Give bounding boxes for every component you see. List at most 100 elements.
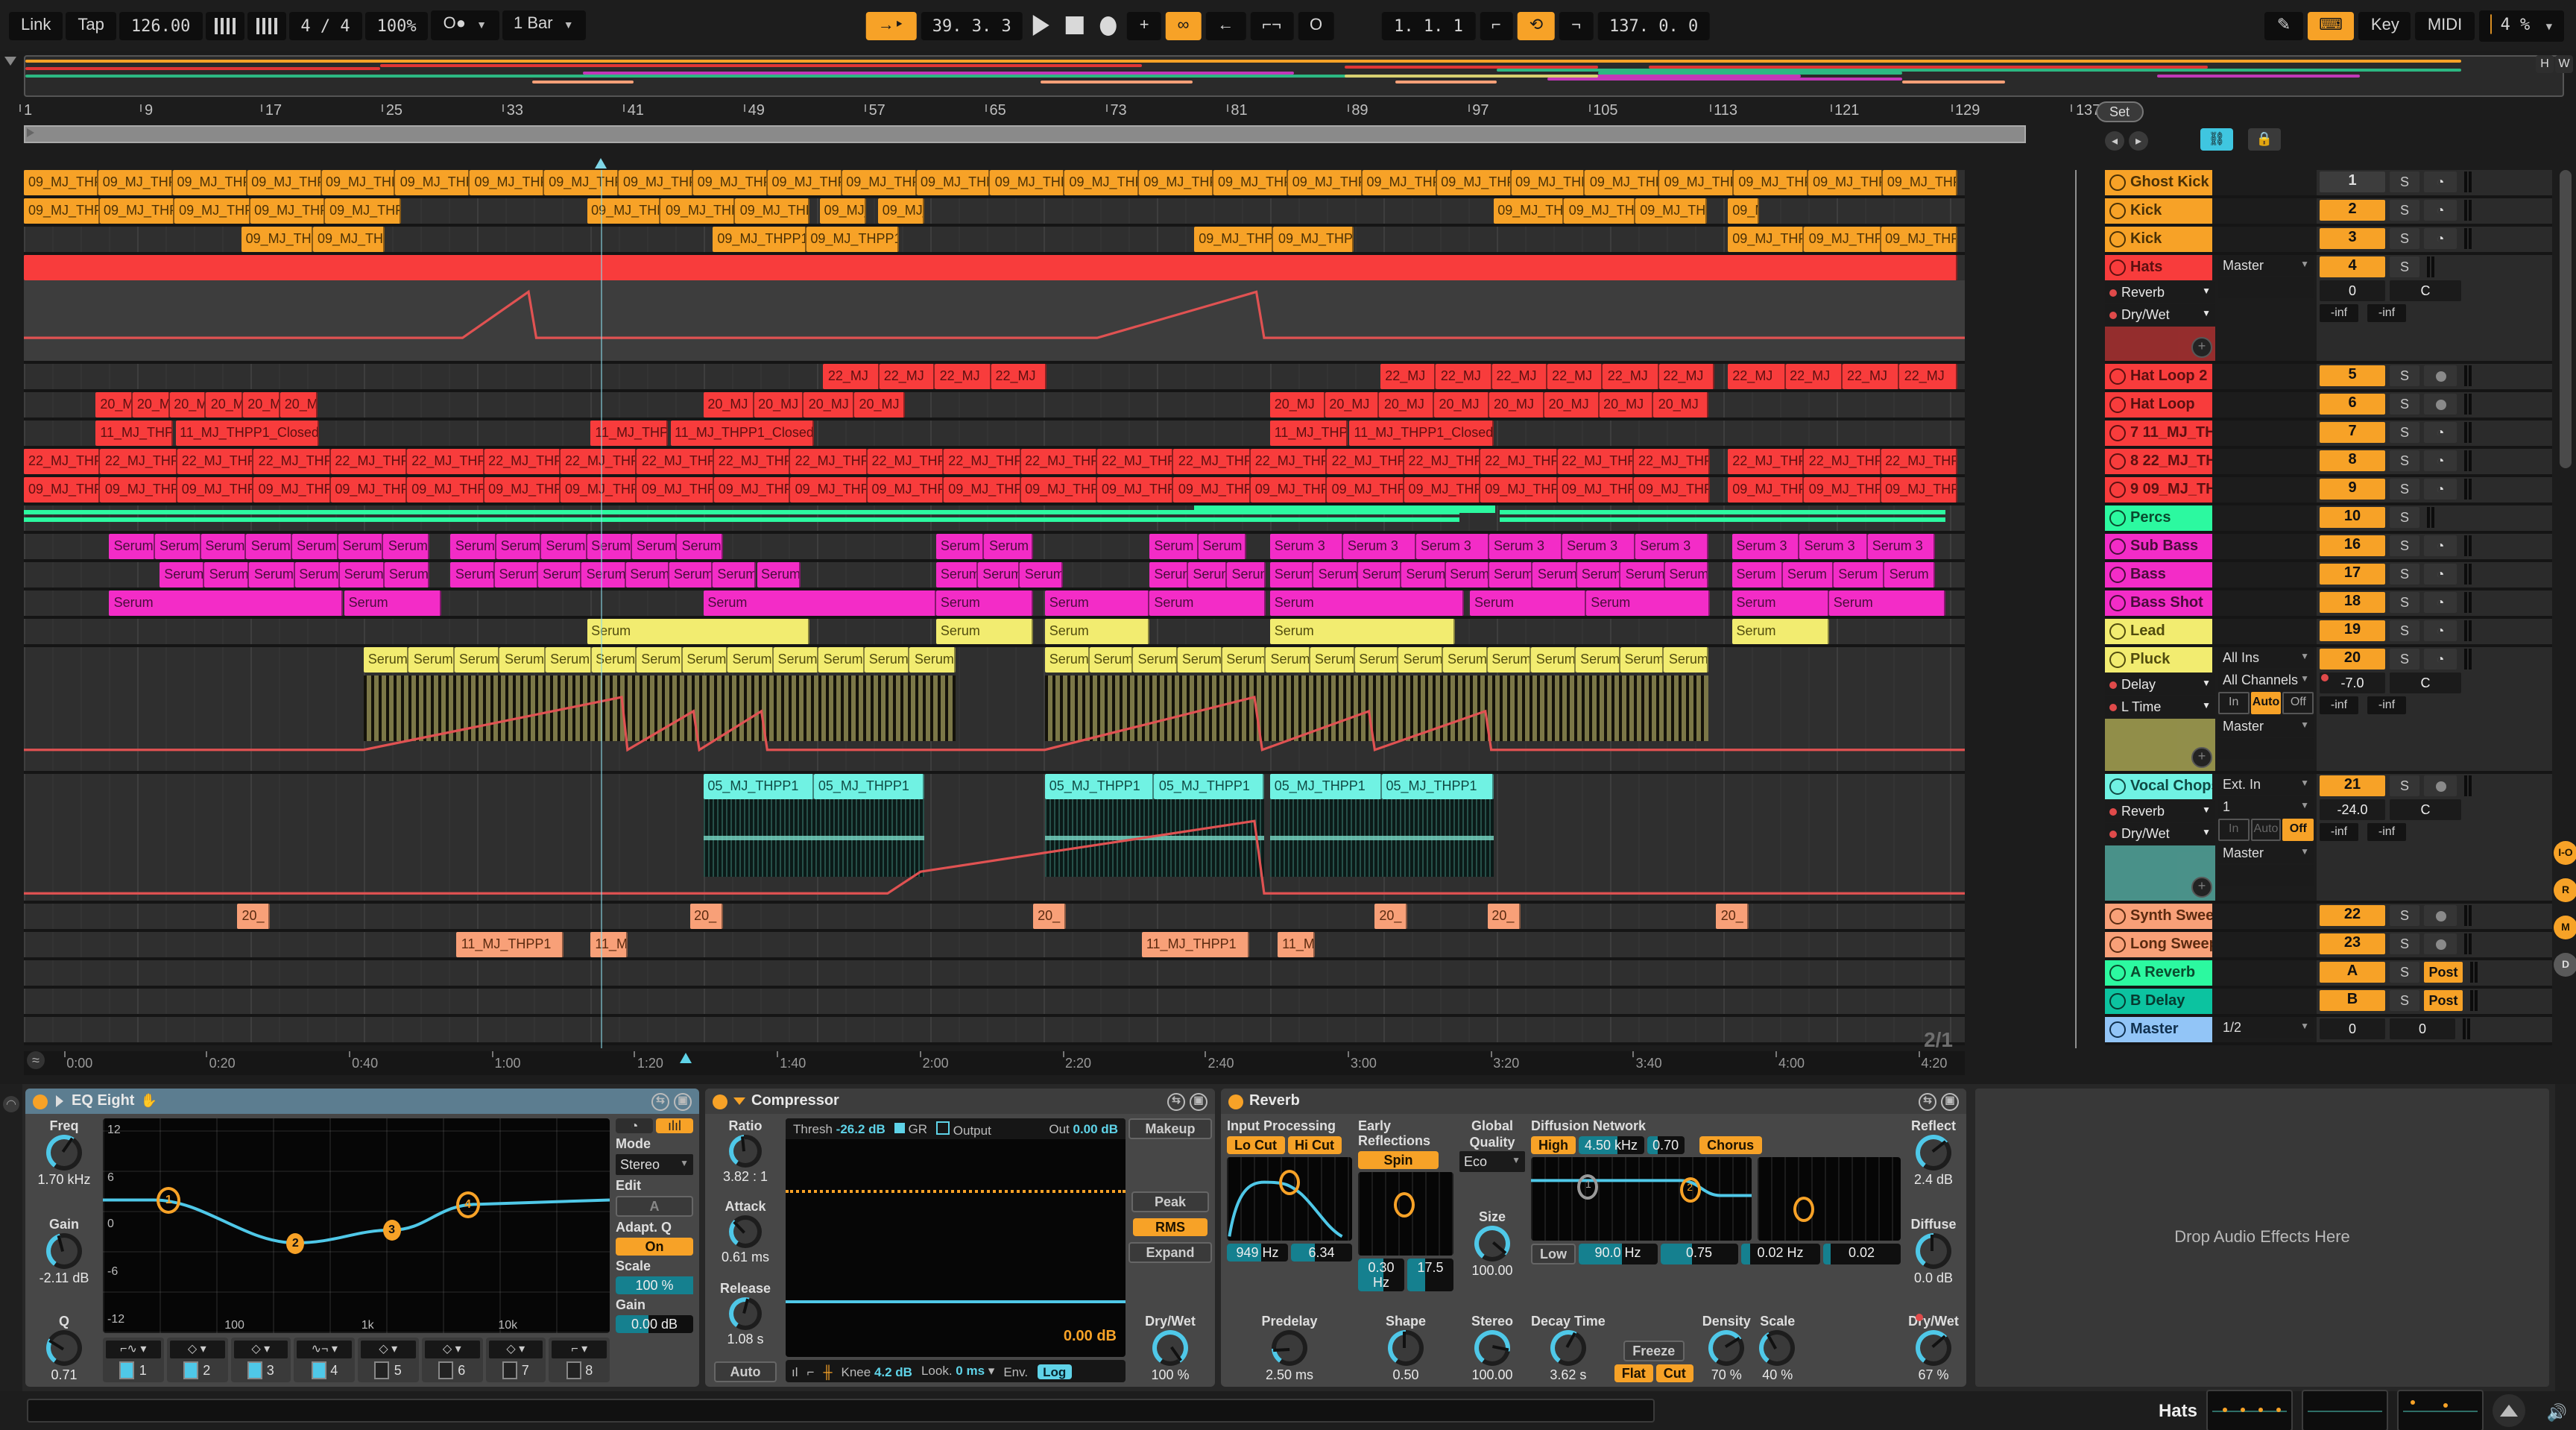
clip[interactable]: Serum 3: [985, 534, 1033, 559]
clip-lane-ghost-kick[interactable]: 09_MJ_THPP109_MJ_THPP109_MJ_THPP109_MJ_T…: [24, 170, 1965, 198]
clip-lane-synth-sweep[interactable]: 20_20_20_20_20_20_: [24, 904, 1965, 932]
comp-env-log-toggle[interactable]: Log: [1037, 1364, 1072, 1379]
clip[interactable]: Serum: [340, 562, 385, 588]
clip[interactable]: 20_: [1033, 904, 1066, 929]
track-header-track-7[interactable]: 7 11_MJ_TH7S◔: [2105, 421, 2552, 449]
overview-w-button[interactable]: W: [2555, 55, 2573, 73]
clip[interactable]: 11_MJ_THPP1: [95, 421, 173, 446]
eq-band-node-1[interactable]: 1: [157, 1186, 180, 1213]
time-signature-field[interactable]: 4 / 4: [288, 11, 362, 40]
band-activator[interactable]: [375, 1361, 390, 1379]
track-name-synth-sweep[interactable]: Synth Sweep: [2105, 904, 2212, 929]
track-header-lead[interactable]: Lead19S◔: [2105, 619, 2552, 647]
volume-field[interactable]: 0: [2320, 280, 2385, 301]
clip[interactable]: 09_MJ_THPP1: [98, 170, 173, 195]
track-header-kick-2[interactable]: Kick2S◔: [2105, 198, 2552, 227]
clip[interactable]: 09_MJ_THPP1: [768, 170, 842, 195]
clip[interactable]: 20_MJ: [133, 392, 169, 418]
computer-midi-keyboard-button[interactable]: ⌨: [2307, 11, 2355, 40]
clip[interactable]: 22_MJ: [1380, 364, 1436, 389]
solo-button[interactable]: S: [2390, 479, 2419, 500]
clip[interactable]: Serum: [364, 647, 409, 673]
clip[interactable]: Serum 3: [384, 534, 429, 559]
reverb-input-q-field[interactable]: 6.34: [1291, 1244, 1352, 1262]
record-button[interactable]: [1101, 16, 1117, 35]
clip[interactable]: 11_MJ_THPP1_Closed_Hat: [175, 421, 319, 446]
comp-threshold-line[interactable]: [786, 1190, 1126, 1193]
clip[interactable]: 22_MJ_THPP1: [1097, 449, 1174, 474]
clip[interactable]: Serum: [160, 562, 204, 588]
clip[interactable]: Serum 3: [1732, 534, 1800, 559]
clip-lane-b-delay[interactable]: [24, 989, 1965, 1017]
automation-lane-dry-wet[interactable]: Dry/Wet▼: [2105, 823, 2215, 844]
routing-cell[interactable]: [2218, 738, 2314, 759]
analyzer-icon[interactable]: ılıl: [656, 1118, 693, 1133]
reverb-spin-display[interactable]: [1358, 1172, 1453, 1256]
clip[interactable]: Serum: [409, 647, 455, 673]
clip[interactable]: 09_MJ_THPP1: [842, 170, 916, 195]
clip[interactable]: Serum 3: [496, 534, 542, 559]
clip[interactable]: 20_: [1717, 904, 1749, 929]
add-automation-lane-button[interactable]: +: [2191, 877, 2212, 898]
graph-node-icon[interactable]: [1279, 1170, 1300, 1195]
clip[interactable]: 09_MJ_THPP1: [1881, 477, 1957, 503]
eq-spectrum-display[interactable]: 1260-6-121001k10k1234: [103, 1118, 610, 1333]
track-name-hat-loop[interactable]: Hat Loop: [2105, 392, 2212, 418]
clip[interactable]: Serum: [1133, 647, 1177, 673]
midi-arrangement-overdub-button[interactable]: ∞: [1166, 11, 1202, 40]
post-toggle[interactable]: Post: [2424, 962, 2463, 983]
clip[interactable]: 22_MJ_THPP1: [1174, 449, 1251, 474]
clip[interactable]: 22_MJ: [1785, 364, 1843, 389]
track-activator-icon[interactable]: [2109, 453, 2126, 470]
reverb-decay-knob[interactable]: [1550, 1330, 1586, 1366]
clip[interactable]: 09_MJ_THPP1: [254, 477, 331, 503]
headphones-icon[interactable]: ◔: [2424, 479, 2457, 500]
reverb-chorus-amount-field[interactable]: 0.02: [1822, 1244, 1901, 1264]
clip[interactable]: 09_MJ_THPP1: [1480, 477, 1557, 503]
mixer-toggle-m[interactable]: M: [2554, 916, 2576, 939]
clip[interactable]: 09_MJ_THPP1: [1328, 477, 1404, 503]
clip[interactable]: 05_MJ_THPP1: [814, 774, 924, 799]
clip[interactable]: 09_MJ_THPP1: [791, 477, 868, 503]
track-name-bass-shot[interactable]: Bass Shot: [2105, 590, 2212, 616]
reverb-hishelf-freq-field[interactable]: 4.50 kHz: [1579, 1136, 1644, 1154]
clip[interactable]: Serum: [1620, 647, 1664, 673]
eq-band-node-4[interactable]: 4: [456, 1191, 480, 1218]
clip[interactable]: 22_MJ: [1436, 364, 1492, 389]
clip[interactable]: 09_MJ_THPP1: [544, 170, 619, 195]
clip[interactable]: 20_MJ: [280, 392, 317, 418]
track-header-ghost-kick[interactable]: Ghost Kick1S◔: [2105, 170, 2552, 198]
track-header-master[interactable]: Master1/2▼00: [2105, 1017, 2552, 1045]
track-name-a-reverb[interactable]: A Reverb: [2105, 960, 2212, 986]
clip[interactable]: Serum: [538, 562, 582, 588]
clip[interactable]: 09_MJ_THPP1: [1139, 170, 1213, 195]
clip[interactable]: 09_MJ_THPP1: [1635, 198, 1706, 224]
track-number-vocal-chops[interactable]: 21: [2320, 775, 2385, 796]
band-activator[interactable]: [566, 1361, 581, 1379]
track-activator-icon[interactable]: [2109, 778, 2126, 795]
clip-lane-pluck[interactable]: SerumSerumSerumSerumSerumSerumSerumSerum…: [24, 647, 1965, 774]
track-header-hat-loop-2[interactable]: Hat Loop 25S: [2105, 364, 2552, 392]
clip-lane-percs[interactable]: [24, 505, 1965, 534]
clip[interactable]: 11_MJ_THPP1: [1142, 932, 1248, 957]
clip[interactable]: 09_MJ_THPP1: [1728, 477, 1804, 503]
reverb-chorus-rate-field[interactable]: 0.02 Hz: [1741, 1244, 1819, 1264]
monitor-mode-switch[interactable]: InAutoOff: [2218, 819, 2314, 841]
clip[interactable]: 11_MJ_THPP1: [1270, 421, 1348, 446]
eq-q-knob[interactable]: [46, 1330, 82, 1366]
clip[interactable]: 22_MJ_THPP1: [714, 449, 791, 474]
comp-device-on-toggle[interactable]: [713, 1094, 727, 1109]
comp-attack-knob[interactable]: [729, 1216, 762, 1249]
device-thumbnail-compressor[interactable]: [2302, 1390, 2388, 1430]
reverb-drywet-knob[interactable]: [1916, 1330, 1951, 1366]
status-input-field[interactable]: [27, 1399, 1655, 1423]
post-toggle[interactable]: Post: [2424, 990, 2463, 1011]
track-name-pluck[interactable]: Pluck: [2105, 647, 2212, 673]
track-number-track-9[interactable]: 9: [2320, 479, 2385, 500]
routing-cell[interactable]: [2218, 865, 2314, 886]
track-number-percs[interactable]: 10: [2320, 507, 2385, 528]
clip[interactable]: 09_MJ_THPP1: [713, 227, 806, 252]
clip[interactable]: 11_MJ_T: [590, 932, 627, 957]
punch-out-button[interactable]: ¬: [1559, 11, 1593, 40]
pan-field[interactable]: C: [2390, 673, 2461, 693]
